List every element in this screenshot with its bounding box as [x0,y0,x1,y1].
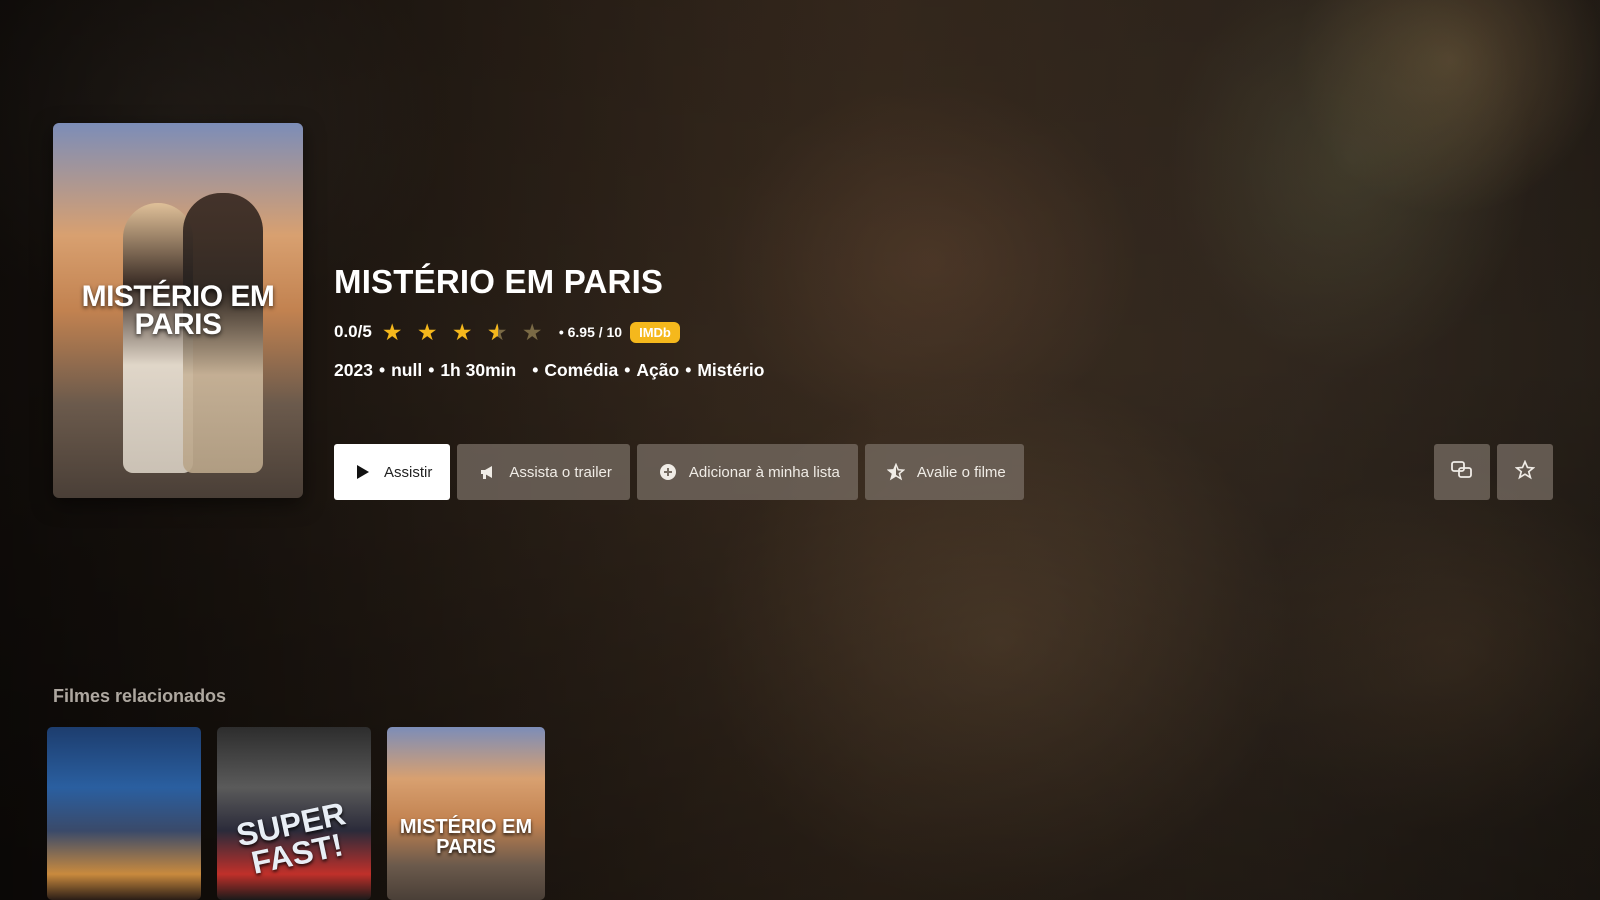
age-rating: null [391,360,423,380]
favorite-button[interactable] [1497,444,1553,500]
meta-row: 2023 • null • 1h 30min • Comédia • Ação … [334,360,764,381]
star-icon[interactable]: ★ [382,320,405,344]
star-rating[interactable]: ★ ★ ★ ★ ★ [382,320,545,344]
meta-separator: • [624,360,631,380]
play-icon [354,463,372,481]
star-rate-icon [886,463,905,481]
watch-button-label: Assistir [384,463,433,481]
related-movies-row: SUPER FAST! MISTÉRIO EM PARIS [47,727,545,900]
star-empty-icon[interactable]: ★ [522,320,545,344]
plus-circle-icon [659,463,677,481]
related-movie-card[interactable]: SUPER FAST! [217,727,371,900]
related-movie-card[interactable]: MISTÉRIO EM PARIS [387,727,545,900]
related-movies-heading: Filmes relacionados [53,686,227,706]
meta-separator: • [685,360,692,380]
genre: Comédia [544,360,619,380]
subtitles-icon [1451,460,1473,485]
movie-details: MISTÉRIO EM PARIS 0.0/5 ★ ★ ★ ★ ★ • 6.95… [334,262,764,381]
megaphone-icon [479,463,497,481]
rate-movie-button[interactable]: Avalie o filme [864,444,1024,500]
watch-button[interactable]: Assistir [334,444,451,500]
user-rating: 0.0/5 [334,322,372,341]
secondary-actions [1434,444,1553,500]
imdb-badge: IMDb [630,321,680,343]
related-movie-card[interactable] [47,727,201,900]
subtitles-button[interactable] [1434,444,1490,500]
duration: 1h 30min [440,360,517,380]
star-icon[interactable]: ★ [452,320,475,344]
trailer-button[interactable]: Assista o trailer [457,444,630,500]
star-half-icon[interactable]: ★ [487,320,510,344]
rate-movie-label: Avalie o filme [916,463,1006,481]
action-bar: Assistir Assista o trailer Adicionar à m… [334,444,1024,500]
movie-title: MISTÉRIO EM PARIS [334,263,664,300]
imdb-score: • 6.95 / 10 [558,324,623,340]
add-to-list-button[interactable]: Adicionar à minha lista [636,444,858,500]
movie-poster: MISTÉRIO EM PARIS [53,123,303,498]
meta-separator: • [378,360,386,380]
meta-separator: • [532,360,539,380]
star-icon[interactable]: ★ [417,320,440,344]
genre: Ação [636,360,680,380]
add-to-list-label: Adicionar à minha lista [688,463,840,481]
release-year: 2023 [334,360,373,380]
trailer-button-label: Assista o trailer [509,463,612,481]
related-movie-title: MISTÉRIO EM PARIS [399,816,533,858]
star-outline-icon [1514,459,1536,485]
rating-row: 0.0/5 ★ ★ ★ ★ ★ • 6.95 / 10 IMDb [334,320,764,344]
poster-title: MISTÉRIO EM PARIS [81,280,275,341]
meta-separator: • [428,360,435,380]
related-movie-title: SUPER FAST! [233,795,349,881]
genre: Mistério [697,360,765,380]
